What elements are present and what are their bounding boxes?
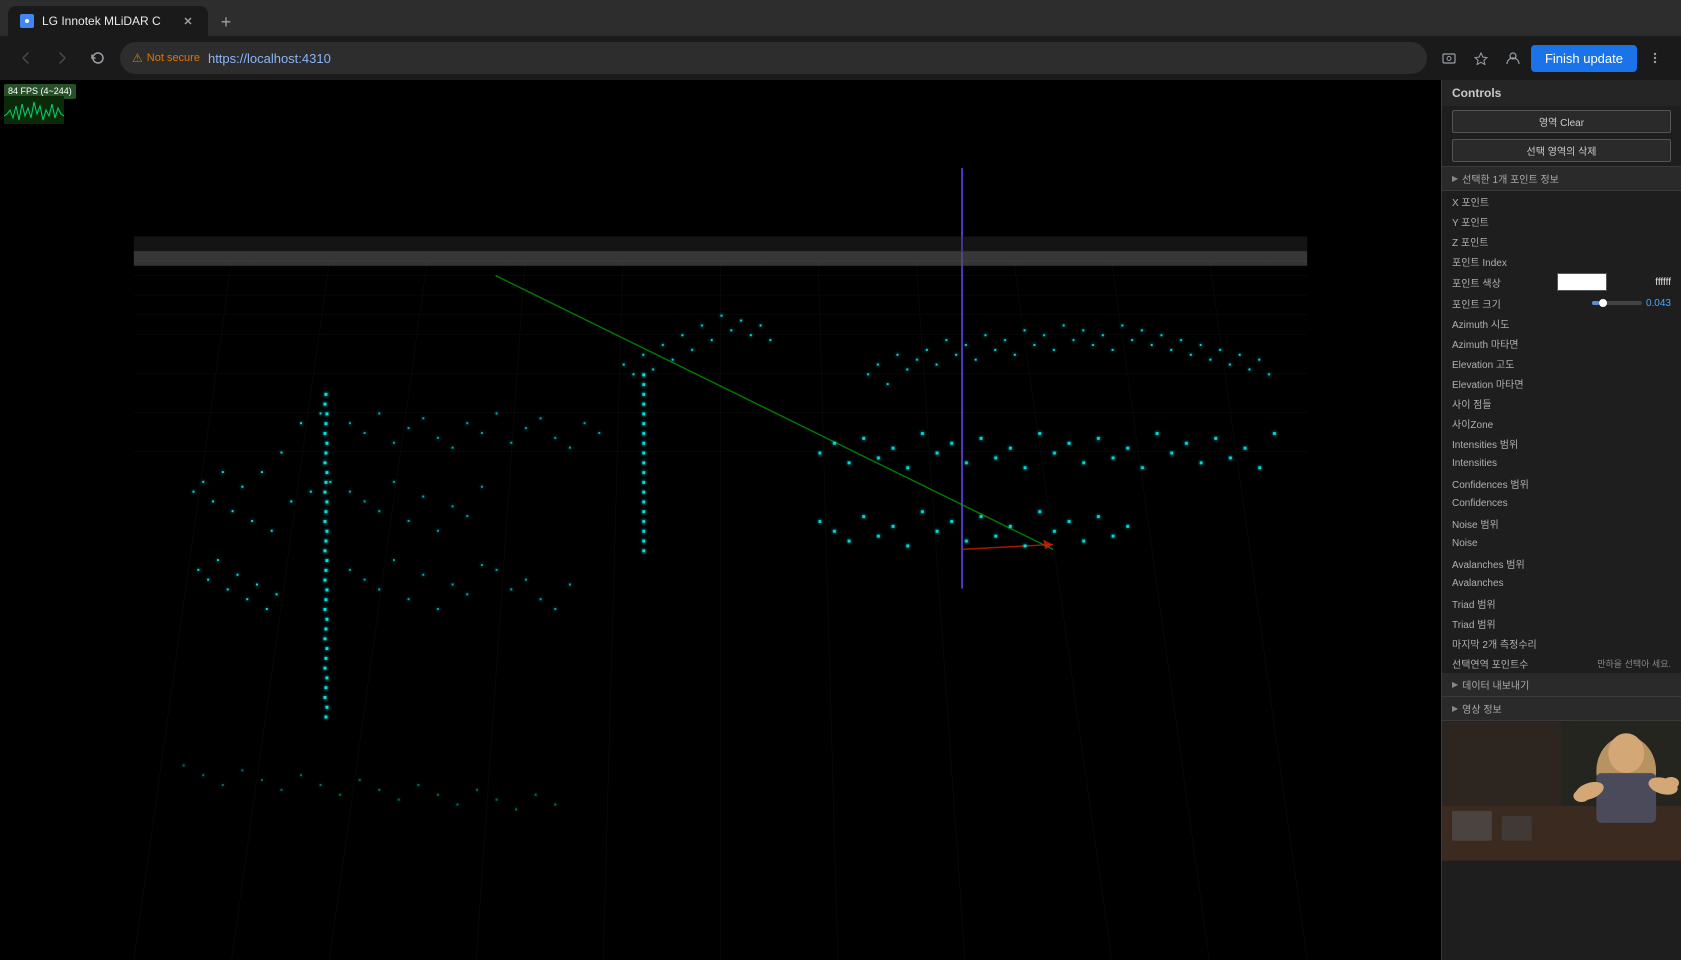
- triad-value-label: Triad 범위: [1452, 616, 1671, 631]
- side-point-label: 사이 점들: [1452, 396, 1671, 411]
- confidences-row: Confidences: [1442, 493, 1681, 513]
- point-color-label: 포인트 색상: [1452, 275, 1557, 290]
- bookmark-button[interactable]: [1467, 44, 1495, 72]
- selected-count-row: 선택연역 포인트수 만하을 선택아 세요.: [1442, 653, 1681, 673]
- last-measurement-row: 마지막 2개 측정수리: [1442, 633, 1681, 653]
- controls-title: Controls: [1452, 86, 1501, 100]
- waveform-display: [4, 96, 64, 124]
- clear-button[interactable]: 영역 Clear: [1452, 110, 1671, 133]
- new-tab-button[interactable]: +: [212, 8, 240, 36]
- intensities-value-label: Intensities: [1452, 458, 1671, 469]
- video-thumbnail: [1442, 721, 1681, 861]
- active-tab[interactable]: LG Innotek MLiDAR C: [8, 6, 208, 36]
- selected-count-label: 선택연역 포인트수: [1452, 656, 1597, 671]
- video-preview: [1442, 721, 1681, 861]
- elevation-end-label: Elevation 마타면: [1452, 376, 1671, 391]
- side-zone-label: 사이Zone: [1452, 416, 1671, 431]
- security-indicator: ⚠ Not secure: [132, 51, 200, 65]
- point-size-slider[interactable]: [1592, 301, 1642, 305]
- avalanches-label-row: Avalanches 범위: [1442, 553, 1681, 573]
- intensities-label-row: Intensities 범위: [1442, 433, 1681, 453]
- triad-row: Triad 범위: [1442, 613, 1681, 633]
- point-size-value: 0.043: [1646, 298, 1671, 309]
- avalanches-label: Avalanches 범위: [1452, 556, 1671, 571]
- point-index-label: 포인트 Index: [1452, 254, 1671, 269]
- screenshot-button[interactable]: [1435, 44, 1463, 72]
- address-text: https://localhost:4310: [208, 51, 331, 66]
- menu-button[interactable]: [1641, 44, 1669, 72]
- nav-actions: Finish update: [1435, 44, 1669, 72]
- triad-label-row: Triad 범위: [1442, 593, 1681, 613]
- video-info-section[interactable]: ▶ 영상 정보: [1442, 697, 1681, 721]
- finish-update-button[interactable]: Finish update: [1531, 45, 1637, 72]
- azimuth-start-row: Azimuth 시도: [1442, 313, 1681, 333]
- selected-point-title: 선택한 1개 포인트 정보: [1462, 171, 1559, 186]
- side-zone-row: 사이Zone: [1442, 413, 1681, 433]
- z-point-row: Z 포인트: [1442, 231, 1681, 251]
- point-size-label: 포인트 크기: [1452, 296, 1592, 311]
- top-buttons-section: 영역 Clear 선택 영역의 삭제: [1442, 106, 1681, 167]
- confidences-label-row: Confidences 범위: [1442, 473, 1681, 493]
- tab-favicon: [20, 14, 34, 28]
- y-point-label: Y 포인트: [1452, 214, 1671, 229]
- delete-selection-button[interactable]: 선택 영역의 삭제: [1452, 139, 1671, 162]
- elevation-start-label: Elevation 고도: [1452, 356, 1671, 371]
- point-index-row: 포인트 Index: [1442, 251, 1681, 271]
- selected-point-section[interactable]: ▶ 선택한 1개 포인트 정보: [1442, 167, 1681, 191]
- z-point-label: Z 포인트: [1452, 234, 1671, 249]
- back-button[interactable]: [12, 44, 40, 72]
- last-measurement-label: 마지막 2개 측정수리: [1452, 636, 1671, 651]
- lidar-viewport[interactable]: 84 FPS (4~244): [0, 80, 1441, 960]
- elevation-start-row: Elevation 고도: [1442, 353, 1681, 373]
- security-label: Not secure: [147, 52, 200, 64]
- data-nav-section[interactable]: ▶ 데이터 내보내기: [1442, 673, 1681, 697]
- avalanches-row: Avalanches: [1442, 573, 1681, 593]
- tab-bar: LG Innotek MLiDAR C +: [0, 0, 1681, 36]
- security-dot: ⚠: [132, 51, 143, 65]
- video-info-arrow: ▶: [1452, 704, 1458, 713]
- lidar-scene[interactable]: [0, 80, 1441, 960]
- right-panel: Controls 영역 Clear 선택 영역의 삭제 ▶ 선택한 1개 포인트…: [1441, 80, 1681, 960]
- noise-value-label: Noise: [1452, 538, 1671, 549]
- intensities-label: Intensities 범위: [1452, 436, 1671, 451]
- data-nav-arrow: ▶: [1452, 680, 1458, 689]
- video-svg: [1442, 721, 1681, 861]
- confidences-label: Confidences 범위: [1452, 476, 1671, 491]
- noise-row: Noise: [1442, 533, 1681, 553]
- profile-button[interactable]: [1499, 44, 1527, 72]
- intensities-row: Intensities: [1442, 453, 1681, 473]
- y-point-row: Y 포인트: [1442, 211, 1681, 231]
- point-color-input[interactable]: [1557, 273, 1607, 291]
- tab-close-button[interactable]: [180, 13, 196, 29]
- point-color-row: 포인트 색상 ffffff: [1442, 271, 1681, 293]
- triad-label: Triad 범위: [1452, 596, 1671, 611]
- nav-bar: ⚠ Not secure https://localhost:4310 Fini…: [0, 36, 1681, 80]
- forward-button[interactable]: [48, 44, 76, 72]
- point-size-row: 포인트 크기 0.043: [1442, 293, 1681, 313]
- azimuth-end-label: Azimuth 마타면: [1452, 336, 1671, 351]
- waveform-container: [4, 96, 64, 124]
- elevation-end-row: Elevation 마타면: [1442, 373, 1681, 393]
- address-bar[interactable]: ⚠ Not secure https://localhost:4310: [120, 42, 1427, 74]
- tab-title: LG Innotek MLiDAR C: [42, 14, 172, 28]
- x-point-row: X 포인트: [1442, 191, 1681, 211]
- point-color-value: ffffff: [1611, 277, 1671, 288]
- selected-point-arrow: ▶: [1452, 174, 1458, 183]
- noise-label-row: Noise 범위: [1442, 513, 1681, 533]
- main-content: 84 FPS (4~244): [0, 80, 1681, 960]
- browser-frame: LG Innotek MLiDAR C + ⚠ Not secure https…: [0, 0, 1681, 960]
- data-nav-title: 데이터 내보내기: [1462, 677, 1529, 692]
- controls-header: Controls: [1442, 80, 1681, 106]
- x-point-label: X 포인트: [1452, 194, 1671, 209]
- confidences-value-label: Confidences: [1452, 498, 1671, 509]
- avalanches-value-label: Avalanches: [1452, 578, 1671, 589]
- video-info-title: 영상 정보: [1462, 701, 1502, 716]
- side-point-row: 사이 점들: [1442, 393, 1681, 413]
- reload-button[interactable]: [84, 44, 112, 72]
- azimuth-start-label: Azimuth 시도: [1452, 316, 1671, 331]
- azimuth-end-row: Azimuth 마타면: [1442, 333, 1681, 353]
- noise-label: Noise 범위: [1452, 516, 1671, 531]
- selected-count-hint: 만하을 선택아 세요.: [1597, 657, 1671, 670]
